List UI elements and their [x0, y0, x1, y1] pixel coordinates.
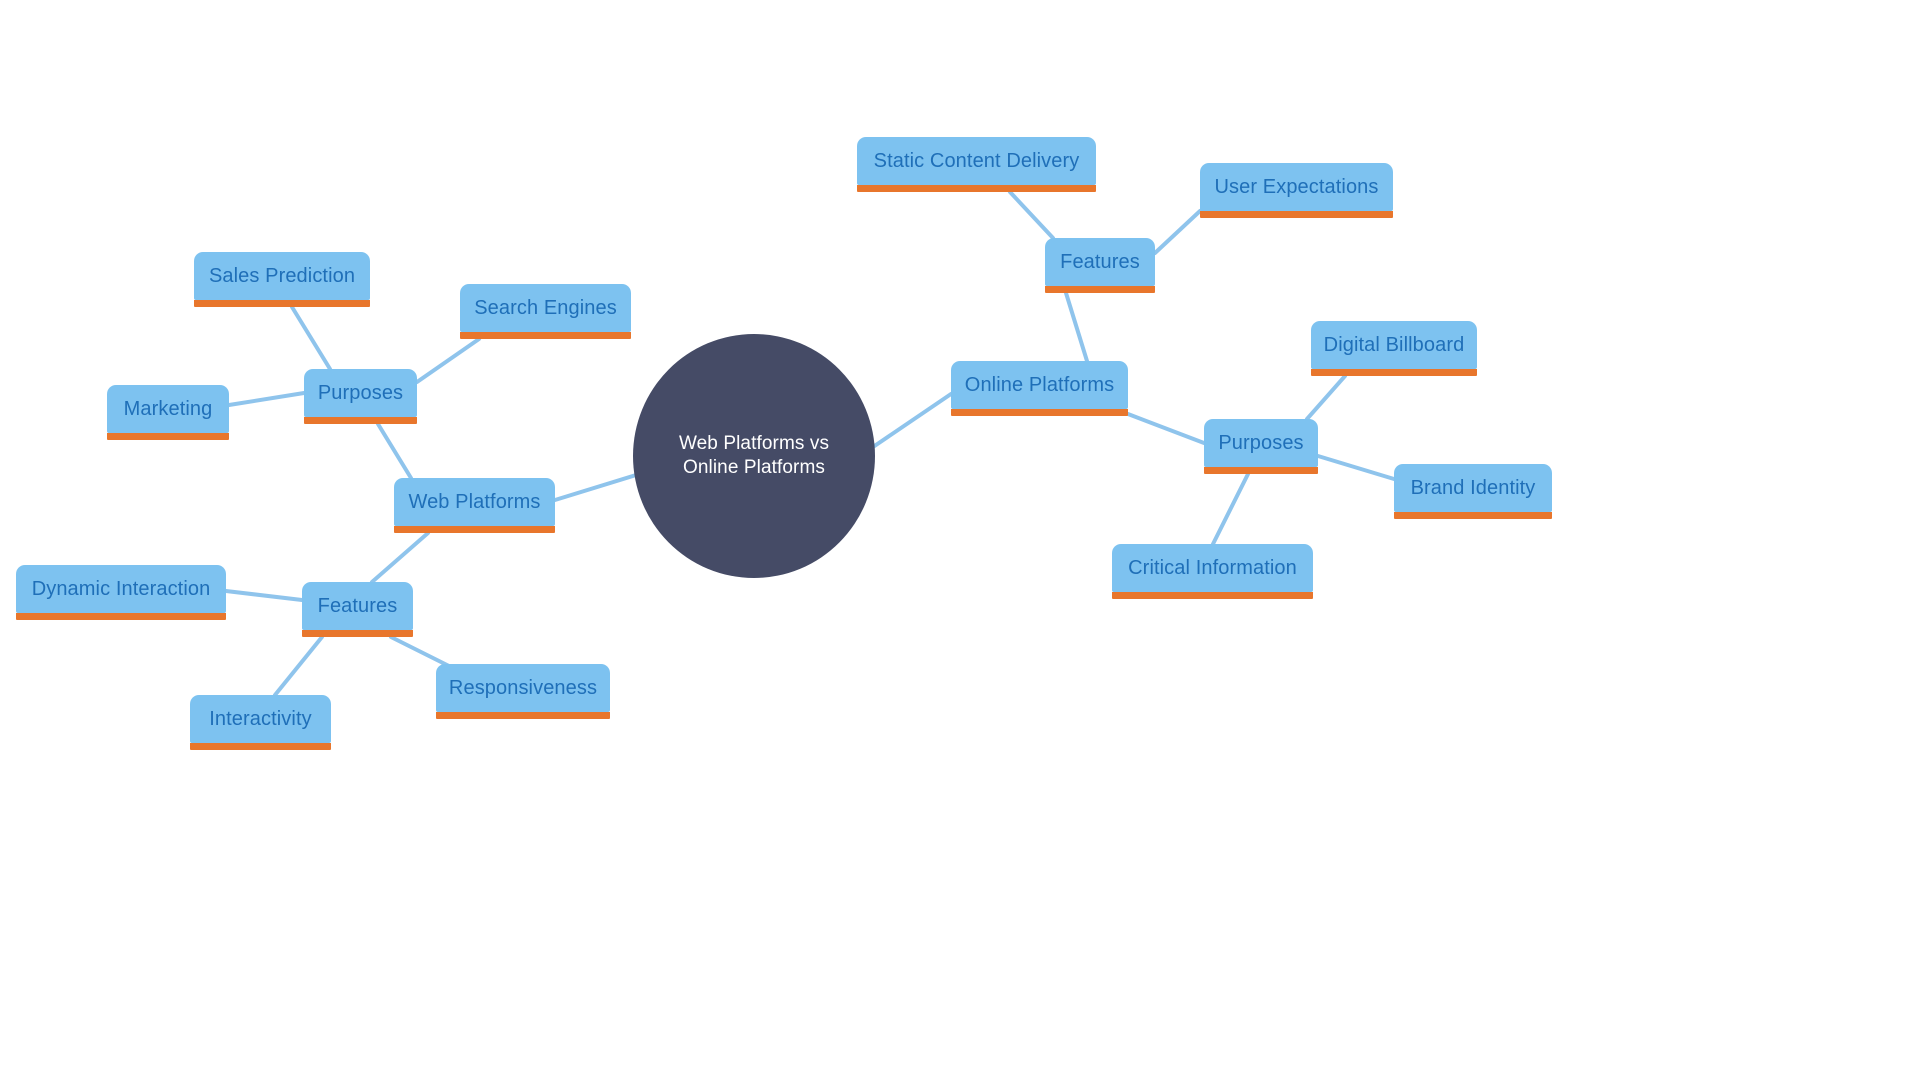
node-underline-dynamic-interaction	[16, 613, 226, 620]
root-node[interactable]: Web Platforms vs Online Platforms	[633, 334, 875, 578]
node-label-wp-purposes: Purposes	[317, 382, 404, 404]
edge-op-purposes-to-critical-information	[1211, 472, 1250, 546]
node-underline-brand-identity	[1394, 512, 1552, 519]
node-label-responsiveness: Responsiveness	[448, 677, 598, 699]
edge-wp-features-to-interactivity	[273, 635, 324, 697]
node-user-expectations[interactable]: User Expectations	[1200, 163, 1393, 218]
edge-op-purposes-to-brand-identity	[1316, 454, 1396, 481]
edge-web-platforms-to-wp-purposes	[376, 422, 413, 480]
edge-web-platforms-to-wp-features	[370, 531, 430, 584]
edge-op-purposes-to-digital-billboard	[1305, 374, 1347, 421]
node-underline-marketing	[107, 433, 229, 440]
node-underline-web-platforms	[394, 526, 555, 533]
node-underline-wp-features	[302, 630, 413, 637]
node-op-features[interactable]: Features	[1045, 238, 1155, 293]
edge-op-features-to-static-content-delivery	[1008, 190, 1055, 240]
node-brand-identity[interactable]: Brand Identity	[1394, 464, 1552, 519]
node-underline-search-engines	[460, 332, 631, 339]
node-underline-wp-purposes	[304, 417, 417, 424]
node-label-user-expectations: User Expectations	[1214, 176, 1379, 198]
node-label-static-content-delivery: Static Content Delivery	[873, 150, 1080, 172]
node-label-online-platforms: Online Platforms	[964, 374, 1115, 396]
node-label-marketing: Marketing	[123, 398, 213, 420]
node-wp-purposes[interactable]: Purposes	[304, 369, 417, 424]
edge-online-platforms-to-op-features	[1064, 291, 1089, 363]
node-wp-features[interactable]: Features	[302, 582, 413, 637]
edge-root-to-web-platforms	[553, 473, 638, 502]
node-label-search-engines: Search Engines	[474, 297, 617, 319]
node-underline-digital-billboard	[1311, 369, 1477, 376]
node-label-wp-features: Features	[317, 595, 398, 617]
edge-root-to-online-platforms	[871, 392, 953, 449]
node-label-brand-identity: Brand Identity	[1410, 477, 1536, 499]
node-op-purposes[interactable]: Purposes	[1204, 419, 1318, 474]
node-label-dynamic-interaction: Dynamic Interaction	[31, 578, 211, 600]
edge-wp-purposes-to-sales-prediction	[290, 305, 332, 371]
node-underline-user-expectations	[1200, 211, 1393, 218]
edge-op-features-to-user-expectations	[1153, 209, 1202, 255]
node-label-op-features: Features	[1060, 251, 1140, 273]
node-label-op-purposes: Purposes	[1218, 432, 1304, 454]
node-label-digital-billboard: Digital Billboard	[1323, 334, 1465, 356]
node-underline-critical-information	[1112, 592, 1313, 599]
node-responsiveness[interactable]: Responsiveness	[436, 664, 610, 719]
edge-online-platforms-to-op-purposes	[1126, 412, 1206, 445]
node-underline-op-features	[1045, 286, 1155, 293]
node-sales-prediction[interactable]: Sales Prediction	[194, 252, 370, 307]
node-underline-static-content-delivery	[857, 185, 1096, 192]
node-marketing[interactable]: Marketing	[107, 385, 229, 440]
edge-wp-features-to-dynamic-interaction	[224, 589, 304, 602]
node-critical-information[interactable]: Critical Information	[1112, 544, 1313, 599]
node-underline-responsiveness	[436, 712, 610, 719]
node-static-content-delivery[interactable]: Static Content Delivery	[857, 137, 1096, 192]
node-underline-interactivity	[190, 743, 331, 750]
node-label-web-platforms: Web Platforms	[408, 491, 541, 513]
root-node-label: Web Platforms vs Online Platforms	[678, 432, 830, 478]
node-online-platforms[interactable]: Online Platforms	[951, 361, 1128, 416]
mindmap-canvas: Web Platforms Purposes Sales Prediction Sea…	[0, 0, 1920, 1080]
node-underline-sales-prediction	[194, 300, 370, 307]
node-label-interactivity: Interactivity	[209, 708, 312, 730]
node-underline-op-purposes	[1204, 467, 1318, 474]
node-dynamic-interaction[interactable]: Dynamic Interaction	[16, 565, 226, 620]
node-label-critical-information: Critical Information	[1128, 557, 1297, 579]
edge-wp-purposes-to-marketing	[227, 391, 306, 407]
node-digital-billboard[interactable]: Digital Billboard	[1311, 321, 1477, 376]
node-web-platforms[interactable]: Web Platforms	[394, 478, 555, 533]
node-interactivity[interactable]: Interactivity	[190, 695, 331, 750]
node-search-engines[interactable]: Search Engines	[460, 284, 631, 339]
node-underline-online-platforms	[951, 409, 1128, 416]
node-label-sales-prediction: Sales Prediction	[208, 265, 356, 287]
edge-wp-purposes-to-search-engines	[415, 337, 481, 384]
